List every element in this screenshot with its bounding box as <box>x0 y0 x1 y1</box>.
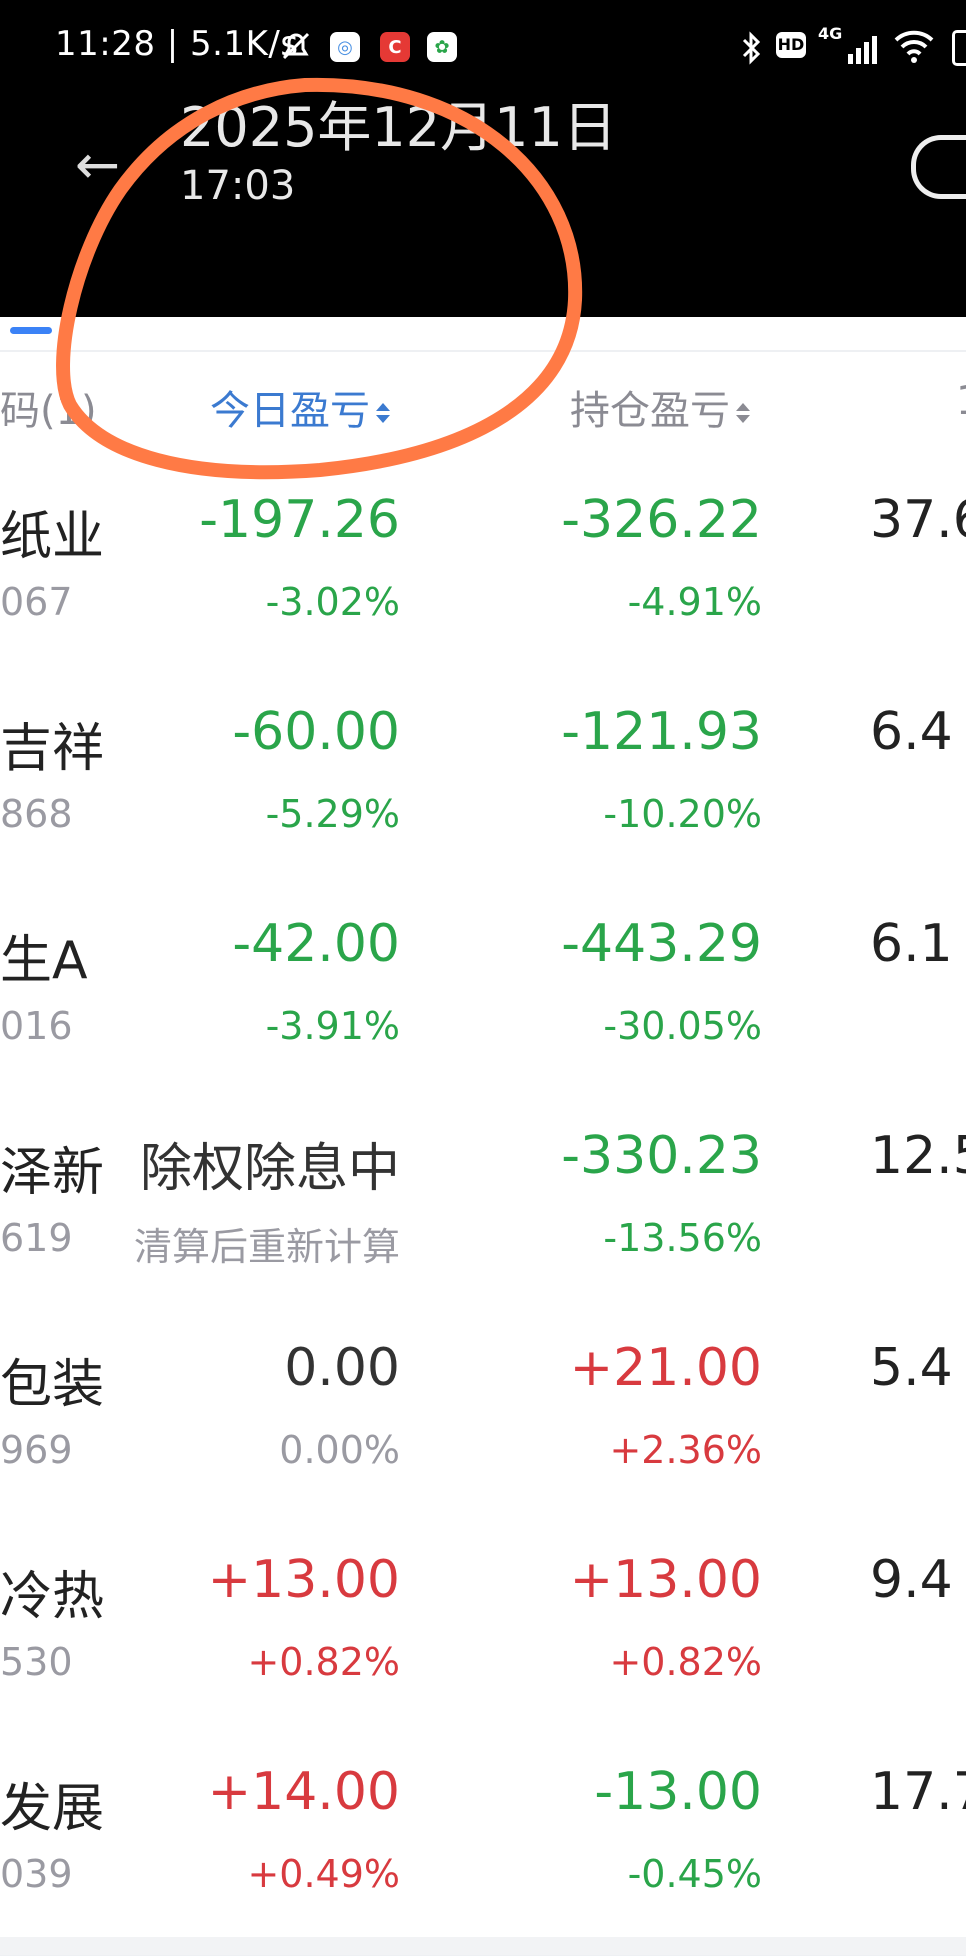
holding-pl-percent: -13.56% <box>603 1216 762 1260</box>
status-time: 11:28 | 5.1K/s <box>55 24 299 64</box>
column-code-header[interactable]: 码(1) <box>0 378 97 436</box>
column-header: 码(1) 今日盈亏 持仓盈亏 1 <box>0 352 966 472</box>
holding-pl-value: -121.93 <box>561 702 762 762</box>
col3-value: 6.4 <box>870 702 953 762</box>
page-subtitle-time: 17:03 <box>180 163 296 209</box>
history-icon[interactable] <box>911 135 966 199</box>
stock-code: 067 <box>0 580 73 624</box>
column-holding-pl-header[interactable]: 持仓盈亏 <box>570 378 750 436</box>
app-icon: ✿ <box>427 32 457 62</box>
stock-name: 生A <box>0 931 88 991</box>
today-pl-value: 除权除息中 <box>139 1139 400 1199</box>
today-pl-value: -42.00 <box>232 914 400 974</box>
stock-name: 冷热 <box>0 1567 105 1627</box>
holding-pl-percent: -0.45% <box>627 1852 762 1896</box>
stock-code: 969 <box>0 1428 73 1472</box>
today-pl-percent: +0.49% <box>247 1852 400 1896</box>
back-arrow-icon[interactable]: ← <box>75 133 120 196</box>
stock-name: 包装 <box>0 1355 105 1415</box>
col3-value: 6.1 <box>870 914 953 974</box>
bottom-strip <box>0 1937 966 1955</box>
sort-icon <box>736 398 750 428</box>
column-today-pl-header[interactable]: 今日盈亏 <box>210 378 390 436</box>
today-pl-value: -60.00 <box>232 702 400 762</box>
signal-icon: 4G <box>818 24 880 64</box>
app-icon: ◎ <box>330 32 360 62</box>
holding-pl-value: +21.00 <box>569 1338 762 1398</box>
tab-indicator <box>10 327 52 334</box>
table-row[interactable]: 生A 016 -42.00 -3.91% -443.29 -30.05% 6.1 <box>0 894 966 1108</box>
today-pl-value: +14.00 <box>207 1762 400 1822</box>
holding-pl-value: +13.00 <box>569 1550 762 1610</box>
holding-pl-percent: -30.05% <box>603 1004 762 1048</box>
holding-pl-percent: +2.36% <box>609 1428 762 1472</box>
table-row[interactable]: 包装 969 0.00 0.00% +21.00 +2.36% 5.4 <box>0 1318 966 1532</box>
holding-pl-value: -13.00 <box>594 1762 762 1822</box>
col3-value: 9.4 <box>870 1550 953 1610</box>
today-pl-value: -197.26 <box>199 490 400 550</box>
col3-value: 5.4 <box>870 1338 953 1398</box>
status-bar: 11:28 | 5.1K/s ◎ C ✿ HD 4G <box>0 0 966 95</box>
tab-strip <box>0 317 966 352</box>
holding-pl-percent: -10.20% <box>603 792 762 836</box>
stock-code: 016 <box>0 1004 73 1048</box>
column-3-header[interactable]: 1 <box>956 378 966 424</box>
page-title-date: 2025年12月11日 <box>180 96 617 159</box>
stock-name: 纸业 <box>0 507 105 567</box>
holding-pl-percent: -4.91% <box>627 580 762 624</box>
today-pl-percent: 清算后重新计算 <box>133 1225 400 1269</box>
header: ← 2025年12月11日 17:03 <box>0 95 966 317</box>
column-holding-pl-label: 持仓盈亏 <box>570 388 730 434</box>
stock-name: 吉祥 <box>0 719 105 779</box>
stock-code: 530 <box>0 1640 73 1684</box>
sort-icon <box>376 398 390 428</box>
stock-code: 868 <box>0 792 73 836</box>
stock-code: 039 <box>0 1852 73 1896</box>
today-pl-percent: +0.82% <box>247 1640 400 1684</box>
col3-value: 12.5 <box>870 1126 966 1186</box>
table-row[interactable]: 冷热 530 +13.00 +0.82% +13.00 +0.82% 9.4 <box>0 1530 966 1744</box>
today-pl-percent: 0.00% <box>279 1428 400 1472</box>
table-row[interactable]: 泽新 619 除权除息中清算后重新计算 -330.23 -13.56% 12.5 <box>0 1106 966 1320</box>
holding-pl-value: -326.22 <box>561 490 762 550</box>
table-row[interactable]: 发展 039 +14.00 +0.49% -13.00 -0.45% 17.7 <box>0 1742 966 1956</box>
holding-pl-value: -443.29 <box>561 914 762 974</box>
today-pl-percent: -3.02% <box>265 580 400 624</box>
stock-code: 619 <box>0 1216 73 1260</box>
hd-icon: HD <box>776 32 806 58</box>
stock-name: 泽新 <box>0 1143 105 1203</box>
mute-icon <box>282 32 310 60</box>
table-row[interactable]: 吉祥 868 -60.00 -5.29% -121.93 -10.20% 6.4 <box>0 682 966 896</box>
today-pl-value: +13.00 <box>207 1550 400 1610</box>
col3-value: 37.6 <box>870 490 966 550</box>
today-pl-percent: -3.91% <box>265 1004 400 1048</box>
holding-pl-value: -330.23 <box>561 1126 762 1186</box>
bluetooth-icon <box>742 31 761 65</box>
app-icon: C <box>380 32 410 62</box>
col3-value: 17.7 <box>870 1762 966 1822</box>
battery-icon <box>952 30 966 66</box>
column-today-pl-label: 今日盈亏 <box>210 388 370 434</box>
stock-name: 发展 <box>0 1779 105 1839</box>
table-row[interactable]: 纸业 067 -197.26 -3.02% -326.22 -4.91% 37.6 <box>0 470 966 684</box>
holding-pl-percent: +0.82% <box>609 1640 762 1684</box>
wifi-icon <box>894 30 934 63</box>
today-pl-percent: -5.29% <box>265 792 400 836</box>
today-pl-value: 0.00 <box>284 1338 400 1398</box>
